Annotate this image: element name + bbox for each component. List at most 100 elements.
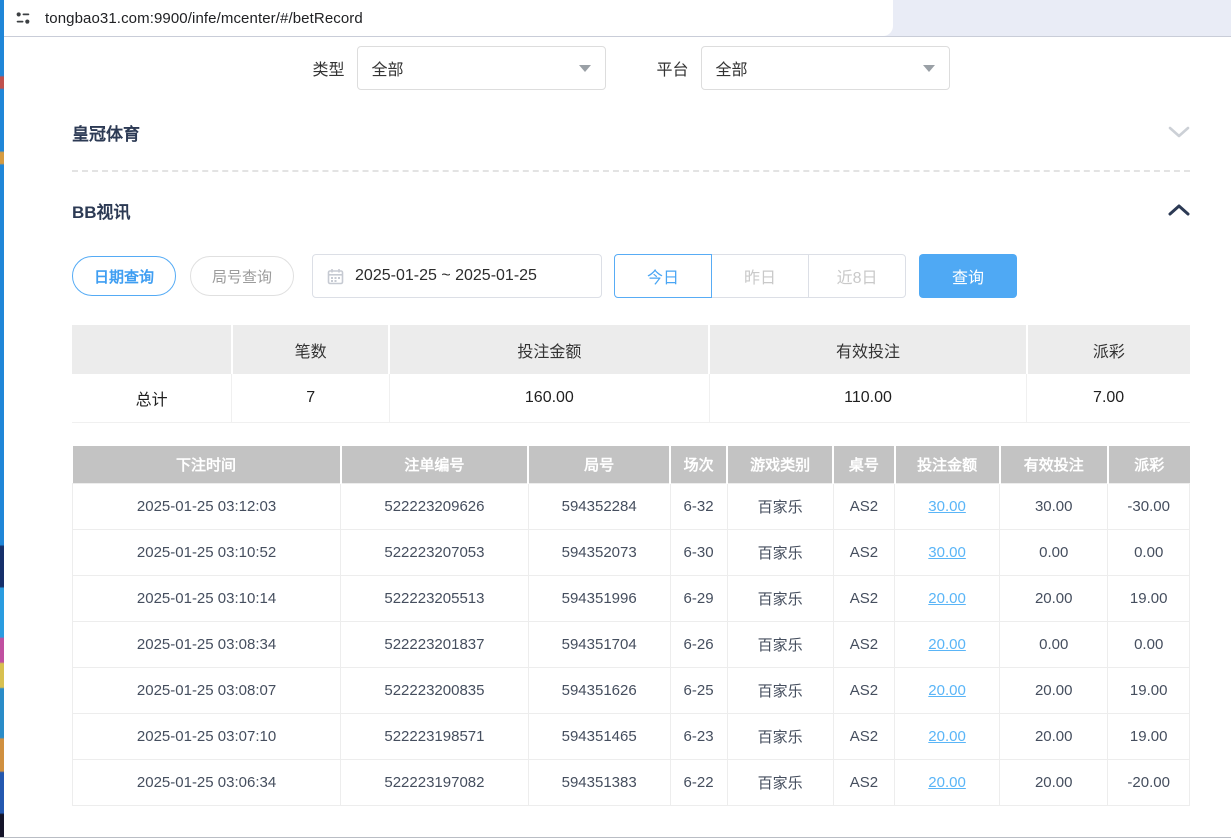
summary-header-cell: 有效投注	[709, 325, 1027, 374]
bet-time-cell: 2025-01-25 03:07:10	[73, 714, 341, 760]
summary-table: 笔数投注金额有效投注派彩 总计7160.00110.007.00	[72, 325, 1190, 423]
bet-amount-cell: 20.00	[895, 760, 1000, 806]
round-no-cell: 594351704	[528, 622, 670, 668]
bet-col-header: 注单编号	[341, 446, 529, 484]
table-no-cell: AS2	[833, 576, 894, 622]
bet-no-cell: 522223200835	[341, 668, 529, 714]
round-no-cell: 594352073	[528, 530, 670, 576]
session-cell: 6-22	[670, 760, 727, 806]
caret-down-icon	[579, 65, 591, 72]
filter-row: 类型 全部 平台 全部	[72, 46, 1190, 90]
game-type-cell: 百家乐	[727, 622, 833, 668]
summary-header-cell: 笔数	[232, 325, 390, 374]
session-cell: 6-30	[670, 530, 727, 576]
bet-col-header: 投注金额	[895, 446, 1000, 484]
date-range-value: 2025-01-25 ~ 2025-01-25	[355, 267, 537, 285]
summary-header-row: 笔数投注金额有效投注派彩	[72, 325, 1190, 374]
search-button[interactable]: 查询	[919, 254, 1017, 298]
section-title-crown: 皇冠体育	[72, 120, 140, 145]
valid-bet-cell: 0.00	[1000, 622, 1108, 668]
bet-amount-link[interactable]: 20.00	[928, 728, 966, 745]
bet-col-header: 游戏类别	[727, 446, 833, 484]
bet-time-cell: 2025-01-25 03:10:52	[73, 530, 341, 576]
section-crown-sports[interactable]: 皇冠体育	[72, 110, 1190, 154]
session-cell: 6-32	[670, 484, 727, 530]
yesterday-button[interactable]: 昨日	[711, 254, 809, 298]
game-type-cell: 百家乐	[727, 760, 833, 806]
bet-amount-link[interactable]: 30.00	[928, 544, 966, 561]
bet-time-cell: 2025-01-25 03:12:03	[73, 484, 341, 530]
omnibox[interactable]: tongbao31.com:9900/infe/mcenter/#/betRec…	[0, 0, 893, 36]
table-row: 2025-01-25 03:10:14522223205513594351996…	[73, 576, 1190, 622]
chevron-up-icon[interactable]	[1168, 203, 1190, 217]
table-no-cell: AS2	[833, 668, 894, 714]
valid-bet-cell: 20.00	[1000, 668, 1108, 714]
table-row: 2025-01-25 03:12:03522223209626594352284…	[73, 484, 1190, 530]
type-select-value: 全部	[372, 56, 404, 80]
round-no-cell: 594351465	[528, 714, 670, 760]
summary-total-value: 7	[232, 374, 390, 422]
table-no-cell: AS2	[833, 760, 894, 806]
section-title-bb: BB视讯	[72, 198, 131, 223]
bet-amount-link[interactable]: 30.00	[928, 498, 966, 515]
bet-col-header: 下注时间	[73, 446, 341, 484]
session-cell: 6-25	[670, 668, 727, 714]
bet-header-row: 下注时间注单编号局号场次游戏类别桌号投注金额有效投注派彩	[73, 446, 1190, 484]
platform-select-value: 全部	[716, 56, 748, 80]
browser-address-bar: tongbao31.com:9900/infe/mcenter/#/betRec…	[0, 0, 1231, 37]
bet-amount-cell: 30.00	[895, 530, 1000, 576]
session-cell: 6-29	[670, 576, 727, 622]
round-no-cell: 594351383	[528, 760, 670, 806]
url-text[interactable]: tongbao31.com:9900/infe/mcenter/#/betRec…	[45, 10, 363, 27]
summary-header-cell	[72, 325, 232, 374]
round-no-cell: 594351996	[528, 576, 670, 622]
payout-cell: 0.00	[1108, 622, 1190, 668]
bet-col-header: 桌号	[833, 446, 894, 484]
game-type-cell: 百家乐	[727, 714, 833, 760]
bet-amount-cell: 20.00	[895, 668, 1000, 714]
bet-col-header: 局号	[528, 446, 670, 484]
bet-col-header: 有效投注	[1000, 446, 1108, 484]
section-divider	[72, 170, 1190, 172]
valid-bet-cell: 0.00	[1000, 530, 1108, 576]
valid-bet-cell: 20.00	[1000, 714, 1108, 760]
bet-no-cell: 522223209626	[341, 484, 529, 530]
game-type-cell: 百家乐	[727, 484, 833, 530]
caret-down-icon	[923, 65, 935, 72]
bet-col-header: 场次	[670, 446, 727, 484]
session-cell: 6-23	[670, 714, 727, 760]
section-bb-video[interactable]: BB视讯	[72, 188, 1190, 232]
bet-amount-link[interactable]: 20.00	[928, 636, 966, 653]
date-range-picker[interactable]: 2025-01-25 ~ 2025-01-25	[312, 254, 602, 298]
game-type-cell: 百家乐	[727, 576, 833, 622]
bet-amount-cell: 20.00	[895, 576, 1000, 622]
bet-amount-link[interactable]: 20.00	[928, 774, 966, 791]
last8days-button[interactable]: 近8日	[808, 254, 906, 298]
bet-time-cell: 2025-01-25 03:08:07	[73, 668, 341, 714]
table-no-cell: AS2	[833, 484, 894, 530]
game-type-cell: 百家乐	[727, 530, 833, 576]
summary-header-cell: 派彩	[1027, 325, 1190, 374]
valid-bet-cell: 20.00	[1000, 576, 1108, 622]
summary-header-cell: 投注金额	[389, 325, 709, 374]
platform-select[interactable]: 全部	[701, 46, 950, 90]
round-query-tab[interactable]: 局号查询	[190, 256, 294, 296]
bet-amount-link[interactable]: 20.00	[928, 682, 966, 699]
table-row: 2025-01-25 03:10:52522223207053594352073…	[73, 530, 1190, 576]
bet-record-page: 类型 全部 平台 全部 皇冠体育 BB视讯 日期查询 局号查询	[0, 37, 1231, 806]
bet-no-cell: 522223207053	[341, 530, 529, 576]
payout-cell: 19.00	[1108, 668, 1190, 714]
date-query-tab[interactable]: 日期查询	[72, 256, 176, 296]
screen-edge-artifact	[0, 0, 4, 838]
bet-amount-cell: 20.00	[895, 622, 1000, 668]
site-settings-icon[interactable]	[14, 9, 32, 27]
bet-amount-link[interactable]: 20.00	[928, 590, 966, 607]
bet-no-cell: 522223205513	[341, 576, 529, 622]
bet-amount-cell: 20.00	[895, 714, 1000, 760]
table-row: 2025-01-25 03:07:10522223198571594351465…	[73, 714, 1190, 760]
type-select[interactable]: 全部	[357, 46, 606, 90]
payout-cell: 0.00	[1108, 530, 1190, 576]
payout-cell: -30.00	[1108, 484, 1190, 530]
chevron-down-icon[interactable]	[1168, 125, 1190, 139]
today-button[interactable]: 今日	[614, 254, 712, 298]
